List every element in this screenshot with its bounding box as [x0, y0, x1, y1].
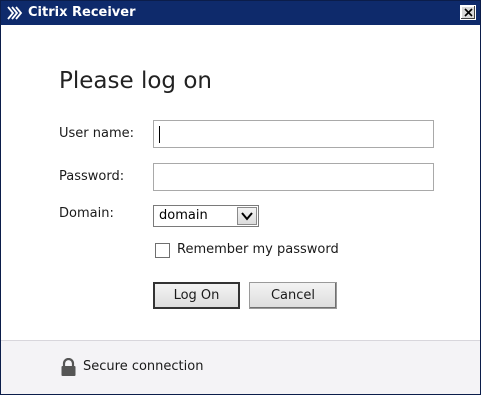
domain-select[interactable]: domain	[153, 205, 259, 227]
secure-connection-status: Secure connection	[83, 359, 204, 374]
password-field[interactable]	[154, 164, 433, 190]
username-field[interactable]	[154, 121, 433, 147]
dropdown-button[interactable]	[237, 207, 257, 225]
text-caret	[159, 126, 160, 143]
citrix-logon-window: Citrix Receiver Please log on User name:…	[0, 0, 481, 395]
lock-icon	[60, 357, 77, 377]
username-field-box[interactable]	[153, 120, 434, 148]
domain-selected-value: domain	[159, 208, 208, 223]
window-title: Citrix Receiver	[28, 5, 136, 20]
password-field-box[interactable]	[153, 163, 434, 191]
close-icon	[464, 8, 473, 17]
citrix-logo-icon	[6, 4, 24, 22]
log-on-button[interactable]: Log On	[153, 282, 240, 309]
username-label: User name:	[59, 126, 135, 141]
remember-password-label[interactable]: Remember my password	[177, 242, 339, 258]
cancel-button[interactable]: Cancel	[249, 282, 337, 309]
page-title: Please log on	[59, 68, 212, 94]
close-button[interactable]	[460, 5, 476, 20]
chevron-down-icon	[241, 212, 253, 221]
title-bar[interactable]: Citrix Receiver	[1, 1, 480, 25]
domain-label: Domain:	[59, 206, 114, 221]
footer-bar: Secure connection	[1, 340, 480, 394]
remember-password-checkbox[interactable]	[155, 243, 170, 258]
password-label: Password:	[59, 169, 125, 184]
